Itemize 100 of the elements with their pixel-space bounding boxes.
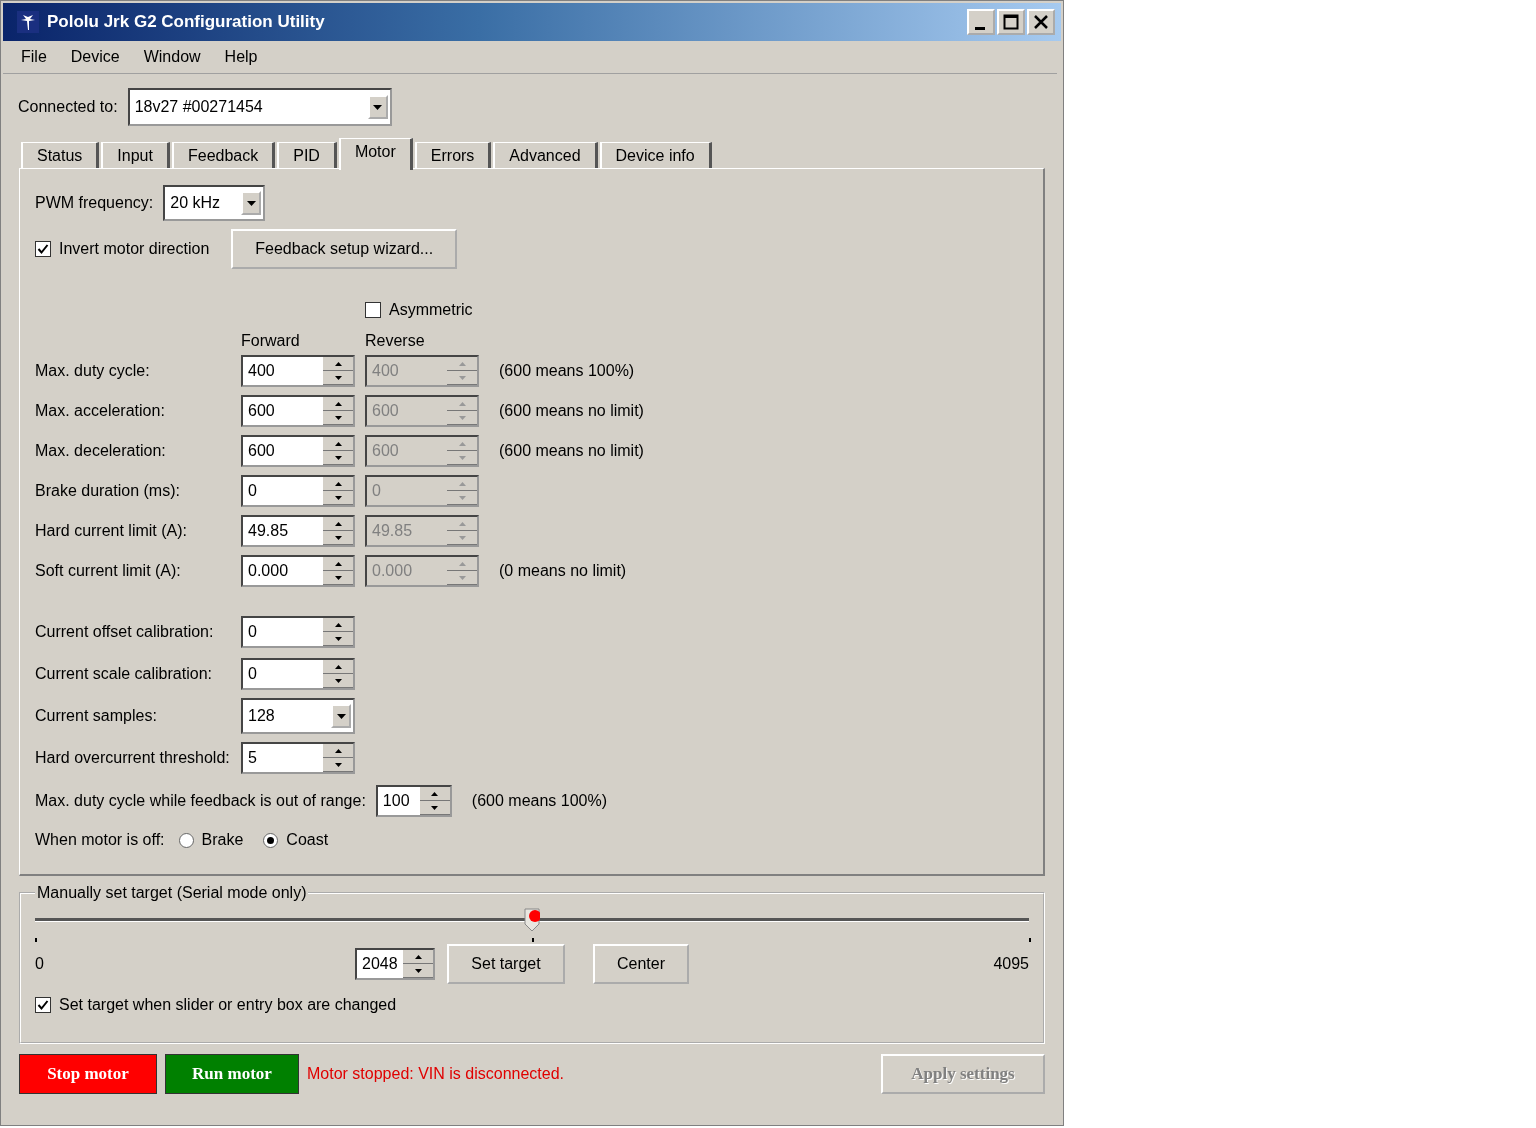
down-arrow-icon (334, 762, 342, 767)
run-motor-button[interactable]: Run motor (165, 1054, 299, 1094)
down-arrow-icon (334, 575, 342, 580)
setting-label: Max. deceleration: (35, 442, 167, 460)
down-arrow-icon (431, 805, 439, 810)
setting-label: Brake duration (ms): (35, 482, 181, 500)
spin-field[interactable]: 0 (241, 658, 355, 690)
up-arrow-icon (458, 441, 466, 446)
close-icon (1033, 14, 1049, 30)
up-arrow-icon (334, 441, 342, 446)
invert-direction-checkbox[interactable]: Invert motor direction (35, 240, 210, 258)
up-arrow-icon (334, 401, 342, 406)
up-arrow-icon (458, 561, 466, 566)
spin-field[interactable]: 0 (241, 475, 355, 507)
up-arrow-icon (458, 521, 466, 526)
spin-field[interactable]: 5 (241, 742, 355, 774)
down-arrow-icon (414, 968, 422, 973)
status-message: Motor stopped: VIN is disconnected. (307, 1065, 565, 1083)
checkmark-icon (37, 999, 49, 1011)
spin-field[interactable]: 400 (241, 355, 355, 387)
tab[interactable]: Errors (414, 142, 492, 168)
down-arrow-icon (458, 455, 466, 460)
menu-item[interactable]: Help (214, 45, 268, 69)
feedback-wizard-button[interactable]: Feedback setup wizard... (231, 229, 458, 269)
menu-item[interactable]: Window (133, 45, 211, 69)
setting-label: Current scale calibration: (35, 665, 213, 683)
setting-label: Current offset calibration: (35, 623, 215, 641)
setting-label: Current samples: (35, 707, 158, 725)
motor-off-label: When motor is off: (35, 831, 165, 849)
connected-label: Connected to: (18, 98, 118, 116)
setting-label: Max. acceleration: (35, 402, 166, 420)
radio-button[interactable]: Brake (178, 831, 244, 849)
up-arrow-icon (334, 361, 342, 366)
target-slider[interactable] (35, 908, 1029, 944)
tab[interactable]: Feedback (171, 142, 276, 168)
column-header: Forward (241, 332, 301, 350)
tab[interactable]: Advanced (493, 142, 598, 168)
checkmark-icon (37, 243, 49, 255)
up-arrow-icon (334, 481, 342, 486)
hint-text: (600 means 100%) (470, 792, 608, 810)
hint-text: (600 means no limit) (498, 402, 645, 420)
up-arrow-icon (334, 748, 342, 753)
down-arrow-icon (458, 375, 466, 380)
spin-field[interactable]: 100 (375, 785, 452, 817)
up-arrow-icon (334, 561, 342, 566)
device-dropdown[interactable]: 18v27 #00271454 (127, 88, 392, 126)
minimize-icon (975, 26, 985, 30)
down-arrow-icon (334, 495, 342, 500)
spin-field[interactable]: 600 (241, 395, 355, 427)
down-arrow-icon (458, 495, 466, 500)
down-arrow-icon (334, 678, 342, 683)
up-arrow-icon (431, 791, 439, 796)
down-arrow-icon (458, 535, 466, 540)
tab[interactable]: Status (21, 142, 100, 168)
spin-field[interactable]: 0 (241, 616, 355, 648)
spin-field[interactable]: 49.85 (241, 515, 355, 547)
down-arrow-icon (334, 415, 342, 420)
spin-field[interactable]: 0.000 (241, 555, 355, 587)
tab[interactable]: Device info (599, 142, 712, 168)
tab[interactable]: PID (277, 142, 337, 168)
up-arrow-icon (334, 622, 342, 627)
close-button[interactable] (1027, 9, 1055, 35)
up-arrow-icon (458, 361, 466, 366)
pwm-frequency-dropdown[interactable]: 20 kHz (163, 185, 266, 221)
asymmetric-checkbox[interactable]: Asymmetric (365, 301, 473, 319)
up-arrow-icon (414, 954, 422, 959)
center-button[interactable]: Center (593, 944, 689, 984)
up-arrow-icon (458, 481, 466, 486)
down-arrow-icon (334, 375, 342, 380)
down-arrow-icon (334, 636, 342, 641)
spin-field[interactable]: 600 (241, 435, 355, 467)
hint-text: (600 means 100%) (498, 362, 636, 380)
target-spin-field[interactable]: 2048 (355, 948, 435, 980)
stop-motor-button[interactable]: Stop motor (19, 1054, 157, 1094)
down-arrow-icon (334, 535, 342, 540)
tab[interactable]: Motor (338, 138, 413, 170)
setting-label: Max. duty cycle: (35, 362, 151, 380)
menu-item[interactable]: File (11, 45, 57, 69)
down-arrow-icon (458, 575, 466, 580)
slider-max-label: 4095 (993, 955, 1029, 973)
menu-item[interactable]: Device (60, 45, 130, 69)
radio-button[interactable]: Coast (263, 831, 329, 849)
up-arrow-icon (334, 521, 342, 526)
slider-thumb[interactable] (524, 908, 540, 932)
window-title: Pololu Jrk G2 Configuration Utility (47, 12, 326, 32)
maximize-button[interactable] (997, 9, 1025, 35)
up-arrow-icon (458, 401, 466, 406)
samples-dropdown[interactable]: 128 (241, 698, 355, 734)
caret-icon (336, 713, 346, 719)
hint-text: (0 means no limit) (498, 562, 628, 580)
column-header: Reverse (365, 332, 426, 350)
pwm-frequency-label: PWM frequency: (35, 194, 154, 212)
setting-label: Soft current limit (A): (35, 562, 182, 580)
auto-set-checkbox[interactable]: Set target when slider or entry box are changed (35, 996, 1029, 1014)
down-arrow-icon (458, 415, 466, 420)
set-target-button[interactable]: Set target (447, 944, 565, 984)
minimize-button[interactable] (967, 9, 995, 35)
caret-icon (246, 200, 256, 206)
tab[interactable]: Input (101, 142, 170, 168)
group-title: Manually set target (Serial mode only) (36, 884, 308, 902)
